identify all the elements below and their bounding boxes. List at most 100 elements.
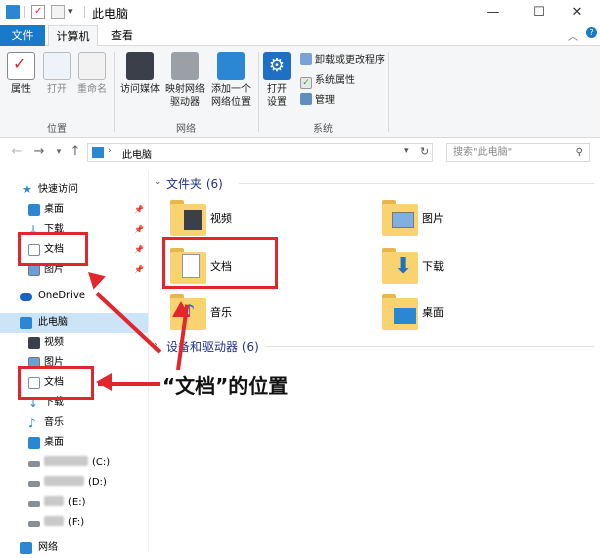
- properties-qat-icon[interactable]: ✓: [31, 5, 45, 19]
- redacted-label: [44, 476, 84, 486]
- sidebar-item-desktop[interactable]: 桌面 📌: [0, 200, 148, 220]
- highlight-box-quick-access-documents: [18, 232, 88, 266]
- open-settings-button[interactable]: ⚙ 打开 设置: [262, 52, 292, 109]
- recent-dropdown-icon[interactable]: ▾: [52, 147, 66, 157]
- highlight-box-documents-folder: [162, 237, 278, 289]
- arrowhead: [96, 373, 112, 391]
- network-drive-icon: [171, 52, 199, 80]
- new-folder-qat-icon[interactable]: [51, 5, 65, 19]
- pin-icon[interactable]: 📌: [134, 220, 144, 240]
- open-label: 打开: [47, 84, 67, 95]
- star-icon: ★: [22, 183, 32, 196]
- search-input[interactable]: 搜索"此电脑" ⚲: [446, 143, 590, 162]
- uninstall-label: 卸载或更改程序: [315, 55, 385, 66]
- drive-icon: [28, 481, 40, 487]
- pin-icon[interactable]: 📌: [134, 260, 144, 280]
- rename-label: 重命名: [77, 84, 107, 95]
- download-arrow-icon: ⬇: [394, 254, 413, 279]
- group-network-label: 网络: [176, 124, 196, 135]
- sidebar-item-onedrive[interactable]: OneDrive: [0, 286, 148, 306]
- tab-view[interactable]: 查看: [103, 25, 141, 46]
- computer-icon: [20, 317, 32, 329]
- sidebar-item-desktop[interactable]: 桌面: [0, 433, 148, 453]
- search-icon: ⚲: [575, 147, 583, 158]
- folder-pictures[interactable]: 图片: [382, 198, 462, 238]
- uninstall-button[interactable]: 卸载或更改程序: [300, 52, 385, 70]
- collapse-chevron-icon[interactable]: ⌄: [154, 177, 162, 187]
- address-dropdown-icon[interactable]: ▾: [404, 146, 409, 156]
- tab-computer[interactable]: 计算机: [48, 25, 98, 46]
- properties-button[interactable]: ✓ 属性: [6, 52, 36, 96]
- rename-button[interactable]: 重命名: [74, 52, 110, 96]
- sidebar-item-videos[interactable]: 视频: [0, 333, 148, 353]
- map-drive-label-2: 驱动器: [170, 97, 200, 108]
- folder-videos[interactable]: 视频: [170, 198, 250, 238]
- arrowhead: [172, 301, 190, 317]
- folders-section-header[interactable]: 文件夹 (6): [166, 175, 223, 192]
- add-network-location-button[interactable]: 添加一个 网络位置: [208, 52, 254, 109]
- forward-arrow-icon[interactable]: →: [32, 144, 46, 159]
- system-properties-button[interactable]: ✓ 系统属性: [300, 72, 355, 90]
- annotation-caption: “文档”的位置: [162, 374, 289, 398]
- redacted-label: [44, 456, 88, 466]
- open-button[interactable]: 打开: [42, 52, 72, 96]
- desktop-icon: [28, 204, 40, 216]
- content-pane: ⌄ 文件夹 (6) 视频 图片 文档 ⬇ 下载 ♪ 音乐 桌面 设备和驱动器 (…: [154, 170, 600, 552]
- help-icon[interactable]: ?: [586, 27, 597, 38]
- ribbon-tabs: 文件 计算机 查看 ︿ ?: [0, 25, 600, 46]
- add-location-label-2: 网络位置: [211, 97, 251, 108]
- sidebar-label: (C:): [92, 457, 111, 468]
- gear-icon: ⚙: [263, 52, 291, 80]
- close-button[interactable]: ✕: [554, 0, 600, 25]
- breadcrumb-chevron-icon[interactable]: ›: [108, 146, 112, 156]
- folder-label: 图片: [422, 212, 444, 225]
- search-placeholder: 搜索"此电脑": [453, 147, 513, 158]
- manage-button[interactable]: 管理: [300, 92, 335, 110]
- sidebar-item-drive-c[interactable]: (C:): [0, 453, 148, 473]
- refresh-icon[interactable]: ↻: [420, 145, 429, 158]
- pin-icon[interactable]: 📌: [134, 200, 144, 220]
- sidebar-label: (E:): [68, 497, 86, 508]
- navigation-pane: ★ 快速访问 桌面 📌 ↓ 下载 📌 文档 📌 图片 📌 OneDrive 此电脑 视频 图…: [0, 170, 148, 554]
- collapse-ribbon-icon[interactable]: ︿: [568, 28, 578, 43]
- separator: [84, 6, 85, 18]
- network-icon: [20, 542, 32, 554]
- open-settings-label-2: 设置: [267, 97, 287, 108]
- tab-file[interactable]: 文件: [0, 25, 45, 46]
- sidebar-item-quick-access[interactable]: ★ 快速访问: [0, 180, 148, 200]
- up-arrow-icon[interactable]: ↑: [68, 144, 82, 159]
- breadcrumb[interactable]: 此电脑: [122, 146, 152, 161]
- rename-icon: [78, 52, 106, 80]
- open-icon: [43, 52, 71, 80]
- system-properties-label: 系统属性: [315, 75, 355, 86]
- open-settings-label-1: 打开: [267, 84, 287, 95]
- group-system-label: 系统: [313, 124, 333, 135]
- folder-desktop[interactable]: 桌面: [382, 292, 462, 332]
- qat-dropdown-icon[interactable]: ▾: [68, 5, 82, 19]
- separator: [24, 6, 25, 18]
- sidebar-label: OneDrive: [38, 290, 86, 301]
- sidebar-item-drive-e[interactable]: (E:): [0, 493, 148, 513]
- sidebar-item-network[interactable]: 网络: [0, 538, 148, 558]
- back-arrow-icon[interactable]: ←: [10, 144, 24, 159]
- sidebar-item-music[interactable]: ♪ 音乐: [0, 413, 148, 433]
- sidebar-item-drive-f[interactable]: (F:): [0, 513, 148, 533]
- desktop-icon: [394, 308, 416, 324]
- redacted-label: [44, 496, 64, 506]
- sidebar-item-drive-d[interactable]: (D:): [0, 473, 148, 493]
- sidebar-label: 视频: [44, 337, 64, 348]
- map-drive-button[interactable]: 映射网络 驱动器: [162, 52, 208, 109]
- folder-downloads[interactable]: ⬇ 下载: [382, 246, 462, 286]
- properties-label: 属性: [11, 84, 31, 95]
- highlight-box-this-pc-documents: [18, 366, 94, 400]
- pin-icon[interactable]: 📌: [134, 240, 144, 260]
- access-media-button[interactable]: 访问媒体: [118, 52, 162, 96]
- network-location-icon: [217, 52, 245, 80]
- minimize-button[interactable]: —: [470, 0, 516, 25]
- desktop-icon: [28, 437, 40, 449]
- address-bar[interactable]: › 此电脑 ▾ ↻: [87, 143, 433, 162]
- sidebar-label: 网络: [38, 542, 58, 553]
- cloud-icon: [20, 293, 32, 301]
- map-drive-label-1: 映射网络: [165, 84, 205, 95]
- drive-icon: [28, 521, 40, 527]
